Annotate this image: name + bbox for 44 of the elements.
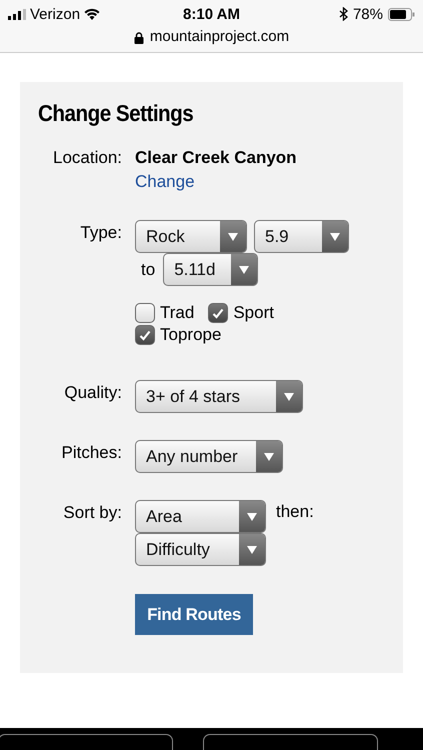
field-label: Location: bbox=[52, 147, 123, 169]
dropdown[interactable]: Difficulty bbox=[135, 533, 266, 566]
url-text: mountainproject.com bbox=[150, 28, 290, 45]
clock: 8:10 AM bbox=[183, 6, 240, 22]
checkbox[interactable] bbox=[135, 303, 155, 323]
bluetooth-icon bbox=[338, 7, 348, 21]
dropdown[interactable]: Area bbox=[135, 500, 266, 533]
checkbox-label: Toprope bbox=[160, 325, 222, 345]
battery-percent: 78% bbox=[352, 6, 383, 22]
caret-icon bbox=[239, 266, 250, 274]
field-label: Sort by: bbox=[62, 502, 123, 524]
checkbox-label: Sport bbox=[233, 303, 274, 323]
caret-icon bbox=[247, 512, 257, 520]
checkbox[interactable] bbox=[135, 325, 155, 345]
dropdown[interactable]: Any number bbox=[135, 440, 283, 473]
field-label: Pitches: bbox=[60, 442, 123, 464]
dropdown[interactable]: 5.11d bbox=[163, 253, 258, 286]
panel-title: Change Settings bbox=[38, 100, 194, 127]
check-icon bbox=[212, 308, 224, 318]
signal-icon bbox=[8, 8, 26, 20]
toolbar-tab[interactable] bbox=[203, 734, 378, 750]
field-label: Type: bbox=[79, 222, 123, 244]
dropdown[interactable]: 3+ of 4 stars bbox=[135, 380, 303, 413]
carrier-name: Verizon bbox=[30, 6, 80, 22]
caret-icon bbox=[247, 546, 257, 554]
dropdown[interactable]: 5.9 bbox=[254, 220, 349, 253]
toolbar-tab[interactable] bbox=[0, 734, 173, 750]
caret-icon bbox=[284, 392, 294, 400]
caret-icon bbox=[264, 452, 274, 460]
change-link[interactable]: Change bbox=[135, 170, 195, 194]
caret-icon bbox=[330, 232, 340, 240]
wifi-icon bbox=[84, 8, 100, 20]
lock-icon bbox=[134, 32, 144, 44]
to-label: to bbox=[141, 258, 156, 280]
checkbox[interactable] bbox=[208, 303, 228, 323]
battery-icon bbox=[388, 8, 415, 20]
location-name: Clear Creek Canyon bbox=[135, 147, 297, 169]
caret-icon bbox=[228, 232, 238, 240]
find-routes-button[interactable]: Find Routes bbox=[135, 594, 253, 635]
dropdown[interactable]: Rock bbox=[135, 220, 247, 253]
checkbox-label: Trad bbox=[160, 303, 194, 323]
field-label: Quality: bbox=[63, 382, 123, 404]
check-icon bbox=[139, 330, 151, 340]
then-label: then: bbox=[276, 501, 314, 523]
